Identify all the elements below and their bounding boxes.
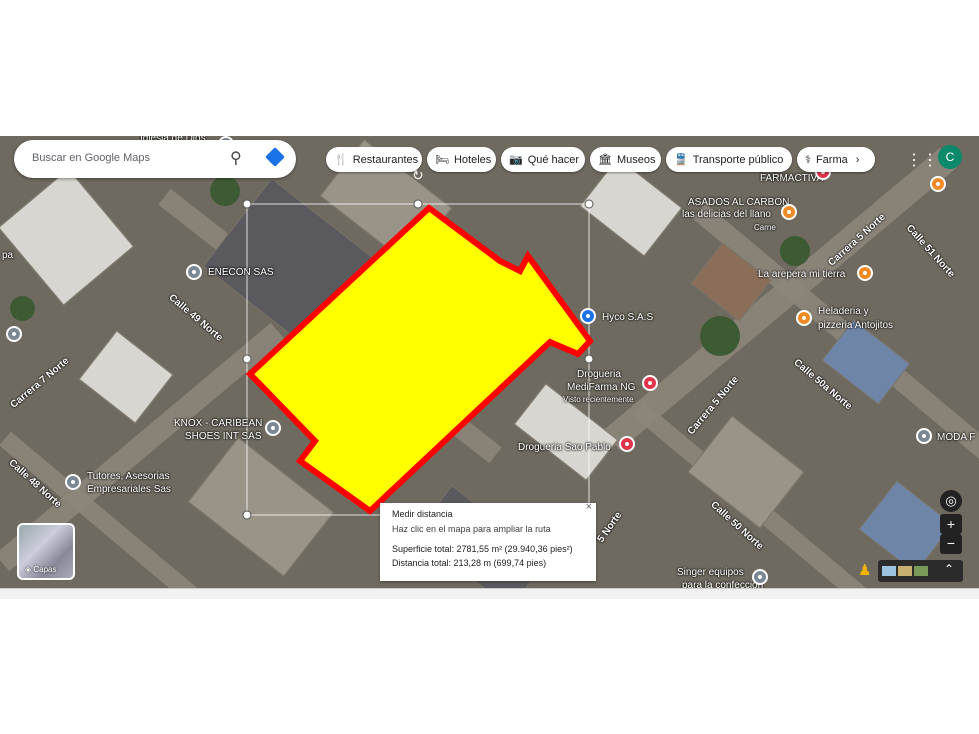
chip-label: Museos xyxy=(616,153,656,166)
place-label-medifarma-recent: Visto recientemente xyxy=(563,395,634,404)
train-icon: 🚆 xyxy=(674,154,688,166)
restaurant-pin-arepera[interactable] xyxy=(857,265,873,281)
place-label-asados: ASADOS AL CARBON xyxy=(688,197,790,208)
place-pin-singer[interactable] xyxy=(752,569,768,585)
layers-button[interactable]: ◈ Capas xyxy=(17,523,75,580)
place-label-knox-sub: SHOES INT SAS xyxy=(185,431,262,442)
place-label-heladeria-sub: pizzeria Antojitos xyxy=(818,320,894,331)
area-shape[interactable] xyxy=(245,204,594,515)
pharmacy-pin-saopablo[interactable] xyxy=(619,436,635,452)
search-icon[interactable]: ⚲ xyxy=(230,148,242,168)
imagery-thumbnails[interactable]: ⌃ xyxy=(878,560,963,582)
chevron-right-icon[interactable]: › xyxy=(856,154,860,166)
chip-label: Transporte público xyxy=(692,153,784,166)
place-pin-moda[interactable] xyxy=(916,428,932,444)
measure-title: Medir distancia xyxy=(392,509,453,519)
resize-handle[interactable] xyxy=(584,354,594,364)
bed-icon: 🛏 xyxy=(435,154,449,166)
resize-handle[interactable] xyxy=(242,510,252,520)
place-pin-enecon[interactable] xyxy=(186,264,202,280)
chip-farma[interactable]: ⚕ Farma › xyxy=(797,147,875,172)
directions-icon[interactable] xyxy=(265,147,285,167)
pharmacy-icon: ⚕ xyxy=(805,154,811,166)
thumbnail[interactable] xyxy=(898,566,912,576)
chip-label: Restaurantes xyxy=(352,153,419,166)
place-label-saopablo: Drogueria Sao Pablo xyxy=(518,442,611,453)
avatar[interactable]: C xyxy=(938,145,962,169)
place-label-enecon: ENECON SAS xyxy=(208,267,274,278)
chip-label: Hoteles xyxy=(453,153,492,166)
zoom-out-button[interactable]: − xyxy=(940,534,962,554)
layers-label: ◈ Capas xyxy=(25,565,57,574)
chip-label: Qué hacer xyxy=(527,153,580,166)
chip-museos[interactable]: 🏛 Museos xyxy=(590,147,661,172)
place-label-singer: Singer equipos xyxy=(677,567,744,578)
restaurant-pin-heladeria[interactable] xyxy=(796,310,812,326)
pegman-icon[interactable]: ♟ xyxy=(858,561,871,579)
measure-area: Superficie total: 2781,55 m² (29.940,36 … xyxy=(392,544,573,554)
measure-hint: Haz clic en el mapa para ampliar la ruta xyxy=(392,524,551,534)
place-pin-tutores[interactable] xyxy=(65,474,81,490)
place-label-tutores: Tutores, Asesorias xyxy=(87,471,170,482)
resize-handle[interactable] xyxy=(242,199,252,209)
place-pin-left[interactable] xyxy=(6,326,22,342)
place-label-asados-sub: las delicias del llano xyxy=(682,209,771,220)
restaurant-pin-top-right[interactable] xyxy=(930,176,946,192)
place-pin-hyco[interactable] xyxy=(580,308,596,324)
fork-knife-icon: 🍴 xyxy=(334,154,348,166)
pharmacy-pin-medifarma[interactable] xyxy=(642,375,658,391)
my-location-button[interactable]: ◎ xyxy=(940,490,962,512)
museum-icon: 🏛 xyxy=(598,154,612,166)
place-label-heladeria: Heladeria y xyxy=(818,306,869,317)
layers-text: Capas xyxy=(33,565,57,574)
restaurant-pin-asados[interactable] xyxy=(781,204,797,220)
place-pin-knox[interactable] xyxy=(265,420,281,436)
place-label-hyco: Hyco S.A.S xyxy=(602,312,654,323)
place-label-tutores-sub: Empresariales Sas xyxy=(87,484,171,495)
place-label-arepera: La arepera mi tierra xyxy=(758,269,846,280)
resize-handle[interactable] xyxy=(584,199,594,209)
expand-chevron-icon[interactable]: ⌃ xyxy=(944,562,954,576)
place-label-asados-cat: Carne xyxy=(754,223,776,232)
close-icon[interactable]: × xyxy=(586,501,592,513)
place-label-moda: MODA F xyxy=(937,432,976,443)
thumbnail[interactable] xyxy=(882,566,896,576)
measure-distance: Distancia total: 213,28 m (699,74 pies) xyxy=(392,558,547,568)
thumbnail[interactable] xyxy=(914,566,928,576)
chip-que-hacer[interactable]: 📷 Qué hacer xyxy=(501,147,585,172)
zoom-in-button[interactable]: + xyxy=(940,514,962,534)
chip-label: Farma xyxy=(815,153,848,166)
place-label-pa: pa xyxy=(2,250,14,261)
search-input[interactable]: Buscar en Google Maps xyxy=(32,152,150,164)
measure-distance-panel: Medir distancia × Haz clic en el mapa pa… xyxy=(380,501,596,581)
chip-transporte-publico[interactable]: 🚆 Transporte público xyxy=(666,147,792,172)
chip-restaurantes[interactable]: 🍴 Restaurantes xyxy=(326,147,422,172)
search-box[interactable]: Buscar en Google Maps ⚲ xyxy=(14,140,296,178)
place-label-medifarma: Drogueria xyxy=(577,369,621,380)
place-label-knox: KNOX - CARIBEAN xyxy=(174,418,263,429)
place-label-medifarma-name: MediFarma NG xyxy=(567,382,636,393)
resize-handle[interactable] xyxy=(413,199,423,209)
camera-icon: 📷 xyxy=(509,154,523,166)
place-label-farmactiva: FARMACTIVA xyxy=(760,173,824,184)
horizontal-scrollbar[interactable] xyxy=(0,588,979,599)
resize-handle[interactable] xyxy=(242,354,252,364)
chip-hoteles[interactable]: 🛏 Hoteles xyxy=(427,147,496,172)
